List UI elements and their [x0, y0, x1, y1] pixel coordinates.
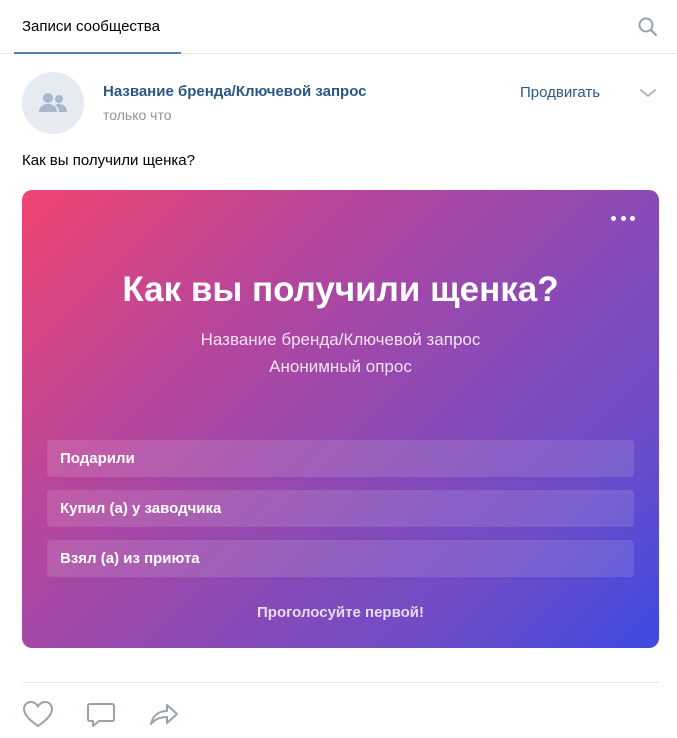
heart-icon[interactable]: [22, 700, 54, 730]
poll-card: Как вы получили щенка? Название бренда/К…: [22, 190, 659, 648]
poll-footer: Проголосуйте первой!: [257, 604, 424, 621]
comment-icon[interactable]: [85, 700, 117, 730]
share-icon[interactable]: [148, 700, 180, 730]
author-name[interactable]: Название бренда/Ключевой запрос: [103, 83, 367, 100]
poll-author: Название бренда/Ключевой запрос: [200, 330, 481, 349]
tab-active-underline: [14, 52, 181, 54]
poll-option[interactable]: Подарили: [47, 440, 634, 477]
avatar[interactable]: [22, 72, 84, 134]
post-text: Как вы получили щенка?: [22, 152, 195, 169]
poll-option[interactable]: Купил (а) у заводчика: [47, 490, 634, 527]
tab-community-posts[interactable]: Записи сообщества: [14, 0, 181, 54]
more-icon[interactable]: [607, 208, 639, 228]
post-time[interactable]: только что: [103, 107, 172, 123]
poll-type: Анонимный опрос: [269, 357, 412, 376]
search-icon[interactable]: [637, 16, 659, 38]
tabs-bar: Записи сообщества: [0, 0, 677, 54]
community-icon: [39, 93, 67, 112]
post-header: Название бренда/Ключевой запрос только ч…: [22, 72, 662, 136]
chevron-down-icon[interactable]: [638, 86, 658, 100]
divider: [22, 682, 659, 683]
poll-question: Как вы получили щенка?: [122, 270, 559, 309]
poll-option[interactable]: Взял (а) из приюта: [47, 540, 634, 577]
promote-button[interactable]: Продвигать: [520, 84, 600, 101]
